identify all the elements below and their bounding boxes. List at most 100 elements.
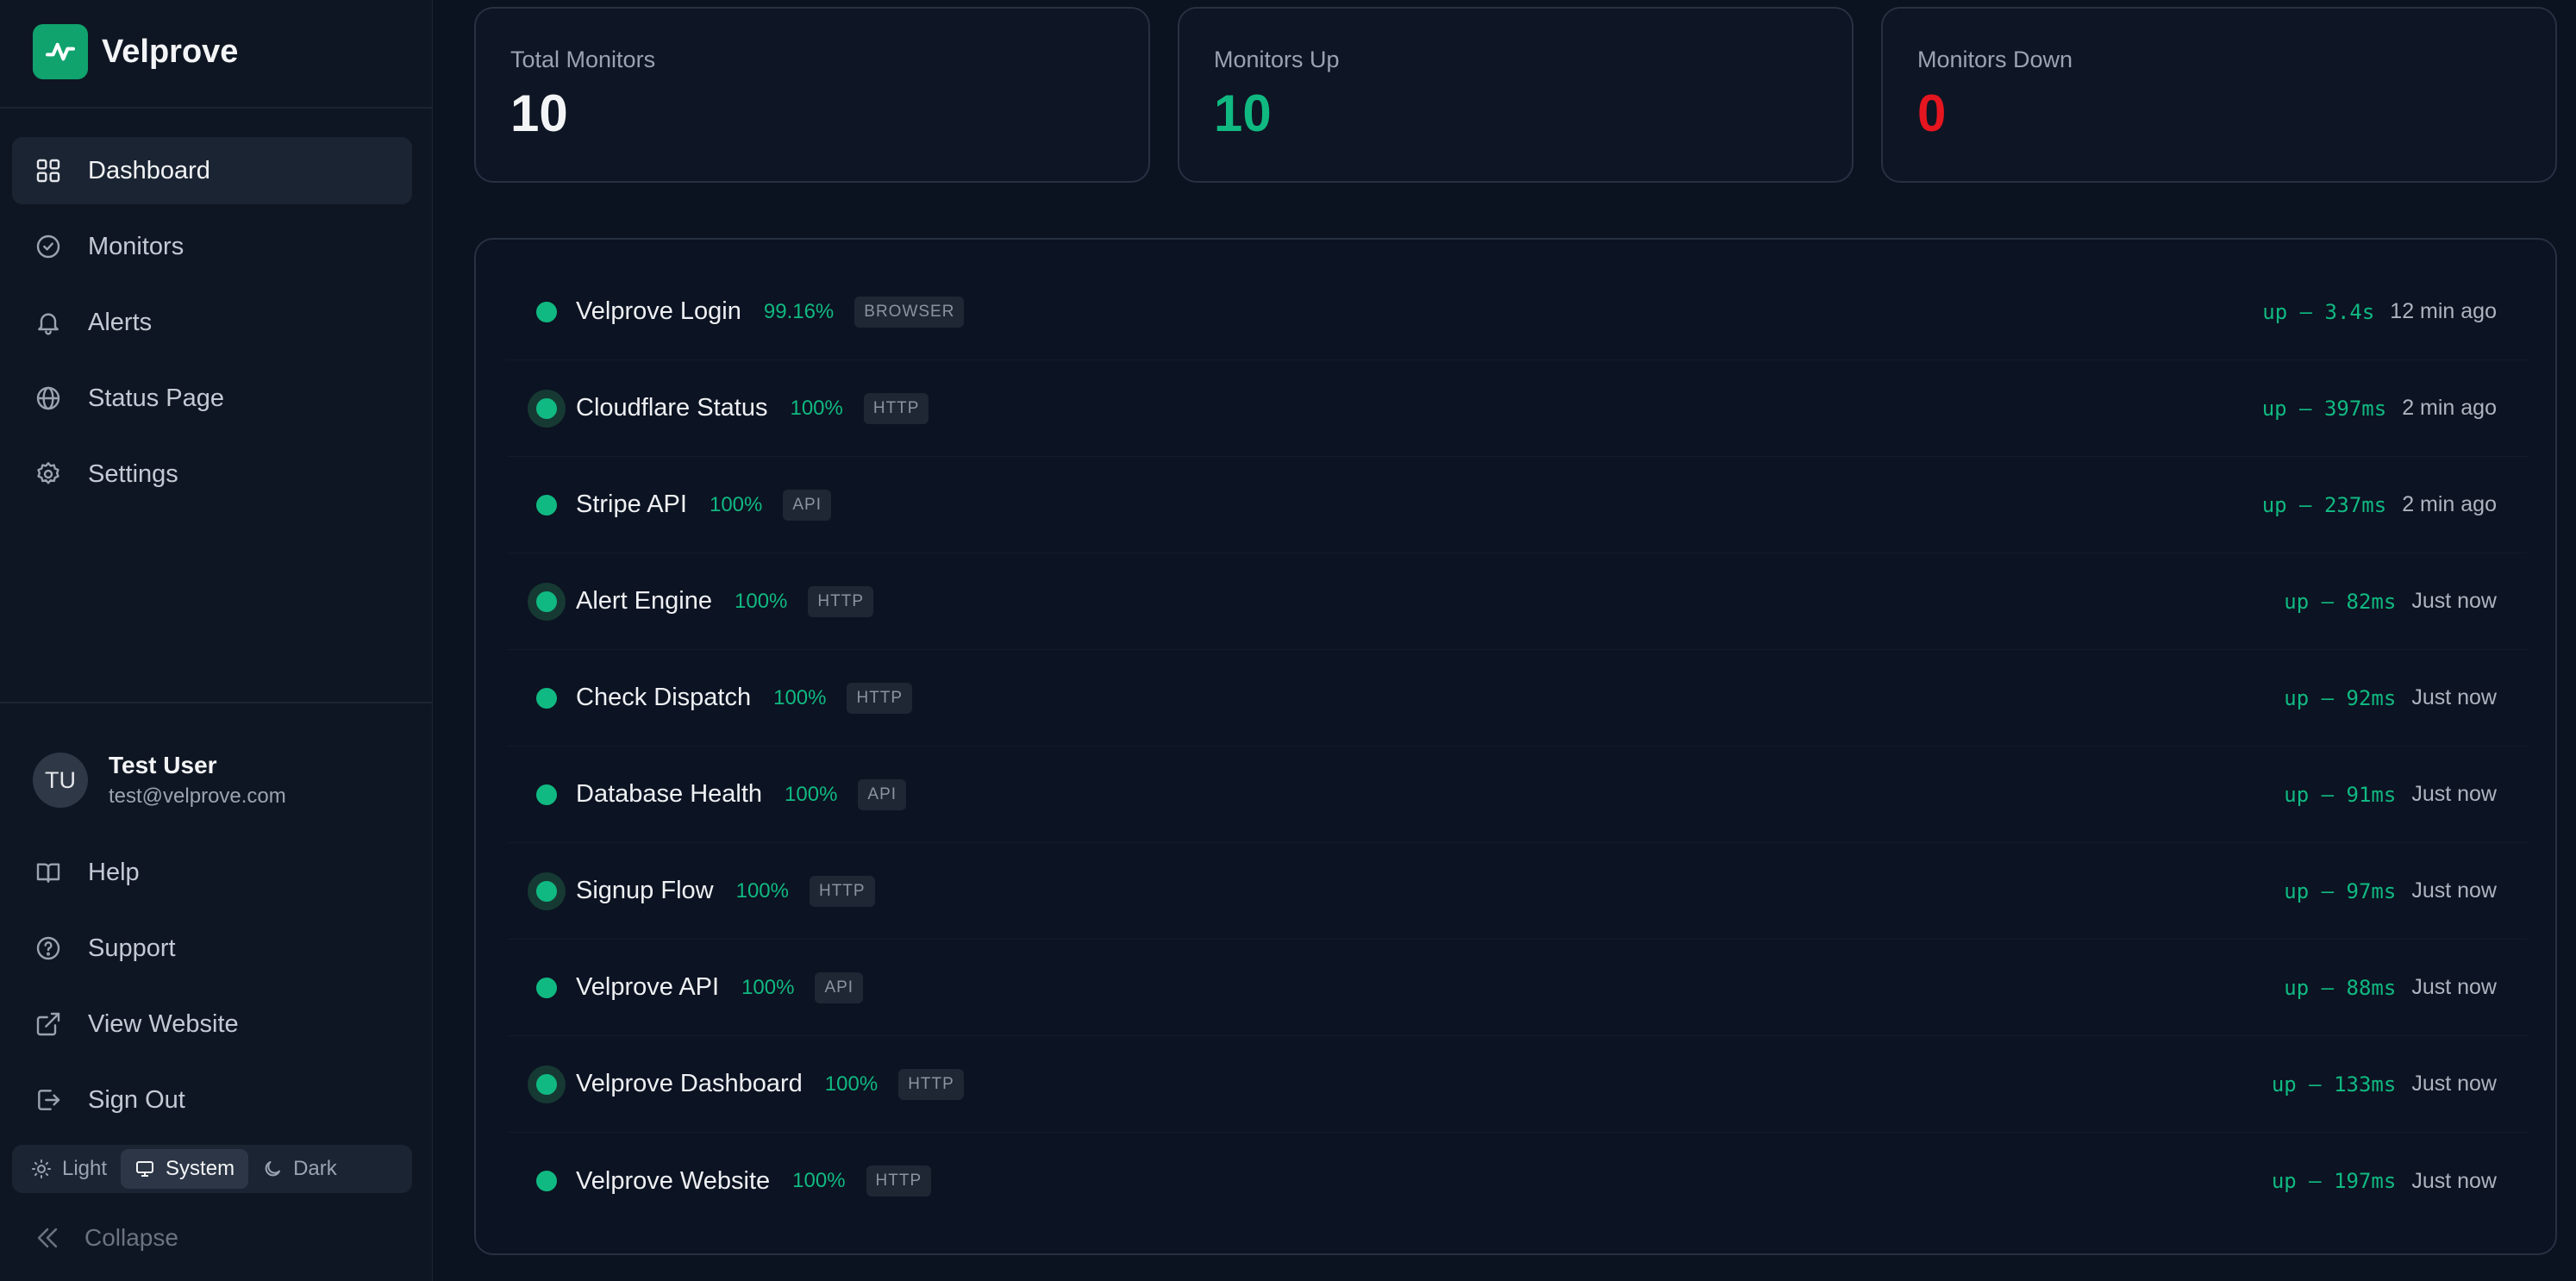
monitor-row[interactable]: Velprove API 100% API up – 88ms Just now [507, 940, 2528, 1036]
nav-item-status-page[interactable]: Status Page [12, 365, 412, 432]
monitor-uptime: 100% [785, 782, 838, 806]
moon-icon [265, 1161, 281, 1177]
sign-out-icon [33, 1084, 64, 1115]
nav-label: Status Page [88, 384, 224, 412]
status-indicator [528, 1065, 566, 1103]
status-indicator [528, 679, 566, 717]
stat-label: Monitors Up [1214, 47, 1340, 72]
monitor-row[interactable]: Velprove Website 100% HTTP up – 197ms Ju… [507, 1133, 2528, 1229]
view-website-link[interactable]: View Website [12, 990, 412, 1058]
monitor-status: up – 133ms [2271, 1072, 2397, 1097]
avatar: TU [33, 753, 88, 808]
nav-item-alerts[interactable]: Alerts [12, 289, 412, 356]
monitor-name: Signup Flow [576, 877, 714, 904]
theme-option-system[interactable]: System [121, 1149, 249, 1189]
monitor-status: up – 92ms [2284, 685, 2397, 710]
dashboard-grid-icon [33, 155, 64, 186]
monitor-status: up – 82ms [2284, 589, 2397, 614]
brand[interactable]: Velprove [33, 24, 238, 79]
monitor-type-badge: BROWSER [854, 296, 965, 328]
bell-icon [33, 307, 64, 338]
collapse-label: Collapse [84, 1224, 178, 1251]
view-website-label: View Website [88, 1009, 239, 1038]
divider [0, 702, 433, 703]
monitor-uptime: 100% [773, 685, 827, 709]
sidebar: Velprove Dashboard Monitors Alerts Statu… [0, 0, 433, 1281]
monitor-type-badge: HTTP [866, 1165, 932, 1197]
status-indicator [528, 389, 566, 428]
theme-option-dark[interactable]: Dark [248, 1149, 351, 1189]
monitor-last-check: Just now [2411, 975, 2497, 999]
globe-icon [33, 383, 64, 414]
monitor-uptime: 99.16% [763, 299, 835, 323]
stat-card-up: Monitors Up 10 [1178, 7, 1854, 183]
monitor-last-check: Just now [2411, 1072, 2497, 1096]
monitor-name: Velprove Login [576, 297, 741, 325]
monitor-status: up – 197ms [2271, 1169, 2397, 1193]
monitor-row[interactable]: Check Dispatch 100% HTTP up – 92ms Just … [507, 650, 2528, 747]
monitor-uptime: 100% [790, 396, 843, 420]
stat-value: 10 [1214, 84, 1272, 142]
monitor-name: Database Health [576, 780, 763, 808]
monitor-type-badge: API [858, 778, 907, 810]
monitor-status: up – 397ms [2261, 396, 2387, 421]
sign-out-link[interactable]: Sign Out [12, 1066, 412, 1134]
theme-option-light[interactable]: Light [17, 1149, 121, 1189]
theme-option-label: Dark [293, 1157, 337, 1180]
theme-switch: Light System Dark [12, 1145, 412, 1193]
monitor-status: up – 237ms [2261, 492, 2387, 517]
monitor-last-check: 2 min ago [2402, 492, 2497, 516]
help-link[interactable]: Help [12, 839, 412, 906]
activity-pulse-icon [33, 24, 88, 79]
monitor-type-badge: HTTP [847, 682, 913, 714]
monitor-name: Alert Engine [576, 587, 712, 615]
help-label: Help [88, 858, 140, 886]
nav-item-dashboard[interactable]: Dashboard [12, 137, 412, 204]
status-indicator [528, 486, 566, 524]
monitor-list: Velprove Login 99.16% BROWSER up – 3.4s … [474, 238, 2557, 1255]
monitor-uptime: 100% [735, 589, 788, 613]
support-label: Support [88, 934, 176, 962]
monitor-status: up – 88ms [2284, 975, 2397, 1000]
monitor-name: Velprove Website [576, 1166, 771, 1195]
stat-value: 10 [510, 84, 568, 142]
monitor-last-check: Just now [2411, 1168, 2497, 1193]
monitor-row[interactable]: Cloudflare Status 100% HTTP up – 397ms 2… [507, 360, 2528, 457]
book-icon [33, 857, 64, 888]
user-name: Test User [109, 752, 217, 778]
status-indicator [528, 872, 566, 910]
monitor-type-badge: HTTP [898, 1068, 964, 1100]
user-profile[interactable]: TU Test User test@velprove.com [33, 752, 286, 809]
support-link[interactable]: Support [12, 915, 412, 982]
monitor-row[interactable]: Stripe API 100% API up – 237ms 2 min ago [507, 457, 2528, 553]
collapse-button[interactable]: Collapse [33, 1214, 178, 1262]
stat-value: 0 [1917, 84, 1947, 142]
monitor-uptime: 100% [792, 1169, 846, 1192]
monitor-name: Velprove Dashboard [576, 1070, 803, 1097]
divider [0, 107, 433, 109]
monitor-status: up – 91ms [2284, 782, 2397, 807]
monitor-status: up – 3.4s [2262, 299, 2375, 324]
monitor-row[interactable]: Signup Flow 100% HTTP up – 97ms Just now [507, 843, 2528, 940]
status-indicator [528, 776, 566, 814]
sun-icon [32, 1159, 51, 1178]
monitor-last-check: 2 min ago [2402, 396, 2497, 420]
monitor-type-badge: API [815, 972, 864, 1003]
external-link-icon [33, 1009, 64, 1040]
monitor-row[interactable]: Alert Engine 100% HTTP up – 82ms Just no… [507, 553, 2528, 650]
nav-item-settings[interactable]: Settings [12, 441, 412, 508]
monitor-last-check: Just now [2411, 685, 2497, 709]
monitor-row[interactable]: Velprove Dashboard 100% HTTP up – 133ms … [507, 1036, 2528, 1133]
nav-label: Settings [88, 459, 178, 488]
nav-label: Monitors [88, 232, 184, 260]
monitor-row[interactable]: Database Health 100% API up – 91ms Just … [507, 747, 2528, 843]
monitor-row[interactable]: Velprove Login 99.16% BROWSER up – 3.4s … [507, 264, 2528, 360]
nav-item-monitors[interactable]: Monitors [12, 213, 412, 280]
stat-label: Monitors Down [1917, 47, 2073, 72]
monitor-name: Velprove API [576, 973, 720, 1001]
status-indicator [528, 582, 566, 621]
monitor-name: Check Dispatch [576, 684, 752, 711]
monitor-last-check: Just now [2411, 878, 2497, 903]
chevrons-left-icon [37, 1228, 58, 1248]
sign-out-label: Sign Out [88, 1085, 185, 1114]
